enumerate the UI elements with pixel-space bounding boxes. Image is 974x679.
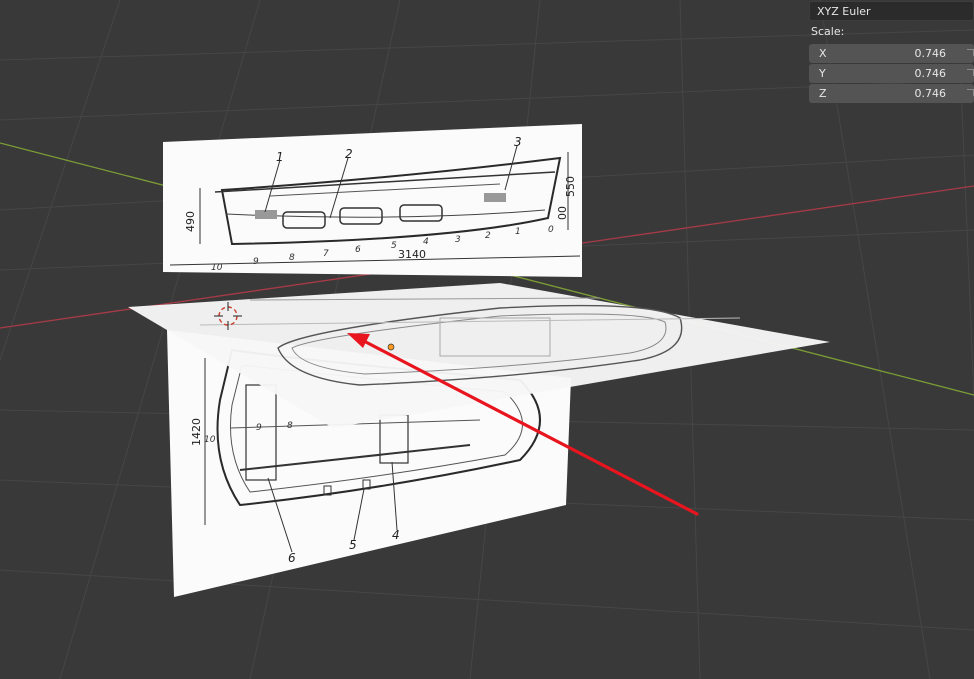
keyframe-x-icon[interactable]: [967, 49, 974, 56]
callout-1: 1: [276, 150, 284, 164]
callout-5: 5: [349, 538, 357, 552]
rotation-mode-value: XYZ Euler: [817, 5, 871, 18]
scale-y-label: Y: [819, 67, 826, 80]
station-10: 10: [211, 263, 223, 273]
scale-y-value: 0.746: [914, 67, 947, 80]
scale-z-value: 0.746: [914, 87, 947, 100]
scale-label: Scale:: [811, 25, 845, 38]
station-9: 9: [253, 257, 259, 267]
properties-panel: XYZ Euler Scale: X 0.746 Y 0.746 Z 0.746: [808, 0, 974, 110]
object-origin-dot[interactable]: [387, 343, 395, 351]
scale-z-field[interactable]: Z 0.746: [809, 84, 974, 103]
dim-550: 550: [564, 176, 577, 197]
scale-x-value: 0.746: [914, 47, 947, 60]
station-0: 0: [548, 225, 554, 235]
station-6: 6: [355, 245, 361, 255]
callout-6: 6: [288, 551, 296, 565]
station-7: 7: [323, 249, 329, 259]
dim-3140: 3140: [398, 248, 426, 261]
callout-3: 3: [514, 135, 522, 149]
callout-4: 4: [392, 528, 400, 542]
station-5: 5: [391, 241, 397, 251]
keyframe-y-icon[interactable]: [967, 69, 974, 76]
dim-1420: 1420: [190, 418, 203, 446]
rotation-mode-dropdown[interactable]: XYZ Euler: [809, 1, 974, 21]
scale-z-label: Z: [819, 87, 827, 100]
dim-00: 00: [556, 206, 569, 220]
dim-490: 490: [184, 211, 197, 232]
station-1: 1: [515, 227, 521, 237]
scale-x-label: X: [819, 47, 827, 60]
scale-x-field[interactable]: X 0.746: [809, 44, 974, 63]
station-2: 2: [485, 231, 491, 241]
plan-station-10: 10: [204, 435, 216, 445]
station-8: 8: [289, 253, 295, 263]
plan-station-8: 8: [287, 421, 293, 431]
reference-image-side-view[interactable]: 1 2 3 490 550 00 3140 10 9 8 7 6 5 4 3 2…: [163, 124, 582, 277]
station-3: 3: [455, 235, 461, 245]
keyframe-z-icon[interactable]: [967, 89, 974, 96]
callout-2: 2: [345, 147, 353, 161]
scale-y-field[interactable]: Y 0.746: [809, 64, 974, 83]
plan-station-9: 9: [256, 423, 262, 433]
station-4: 4: [423, 237, 429, 247]
